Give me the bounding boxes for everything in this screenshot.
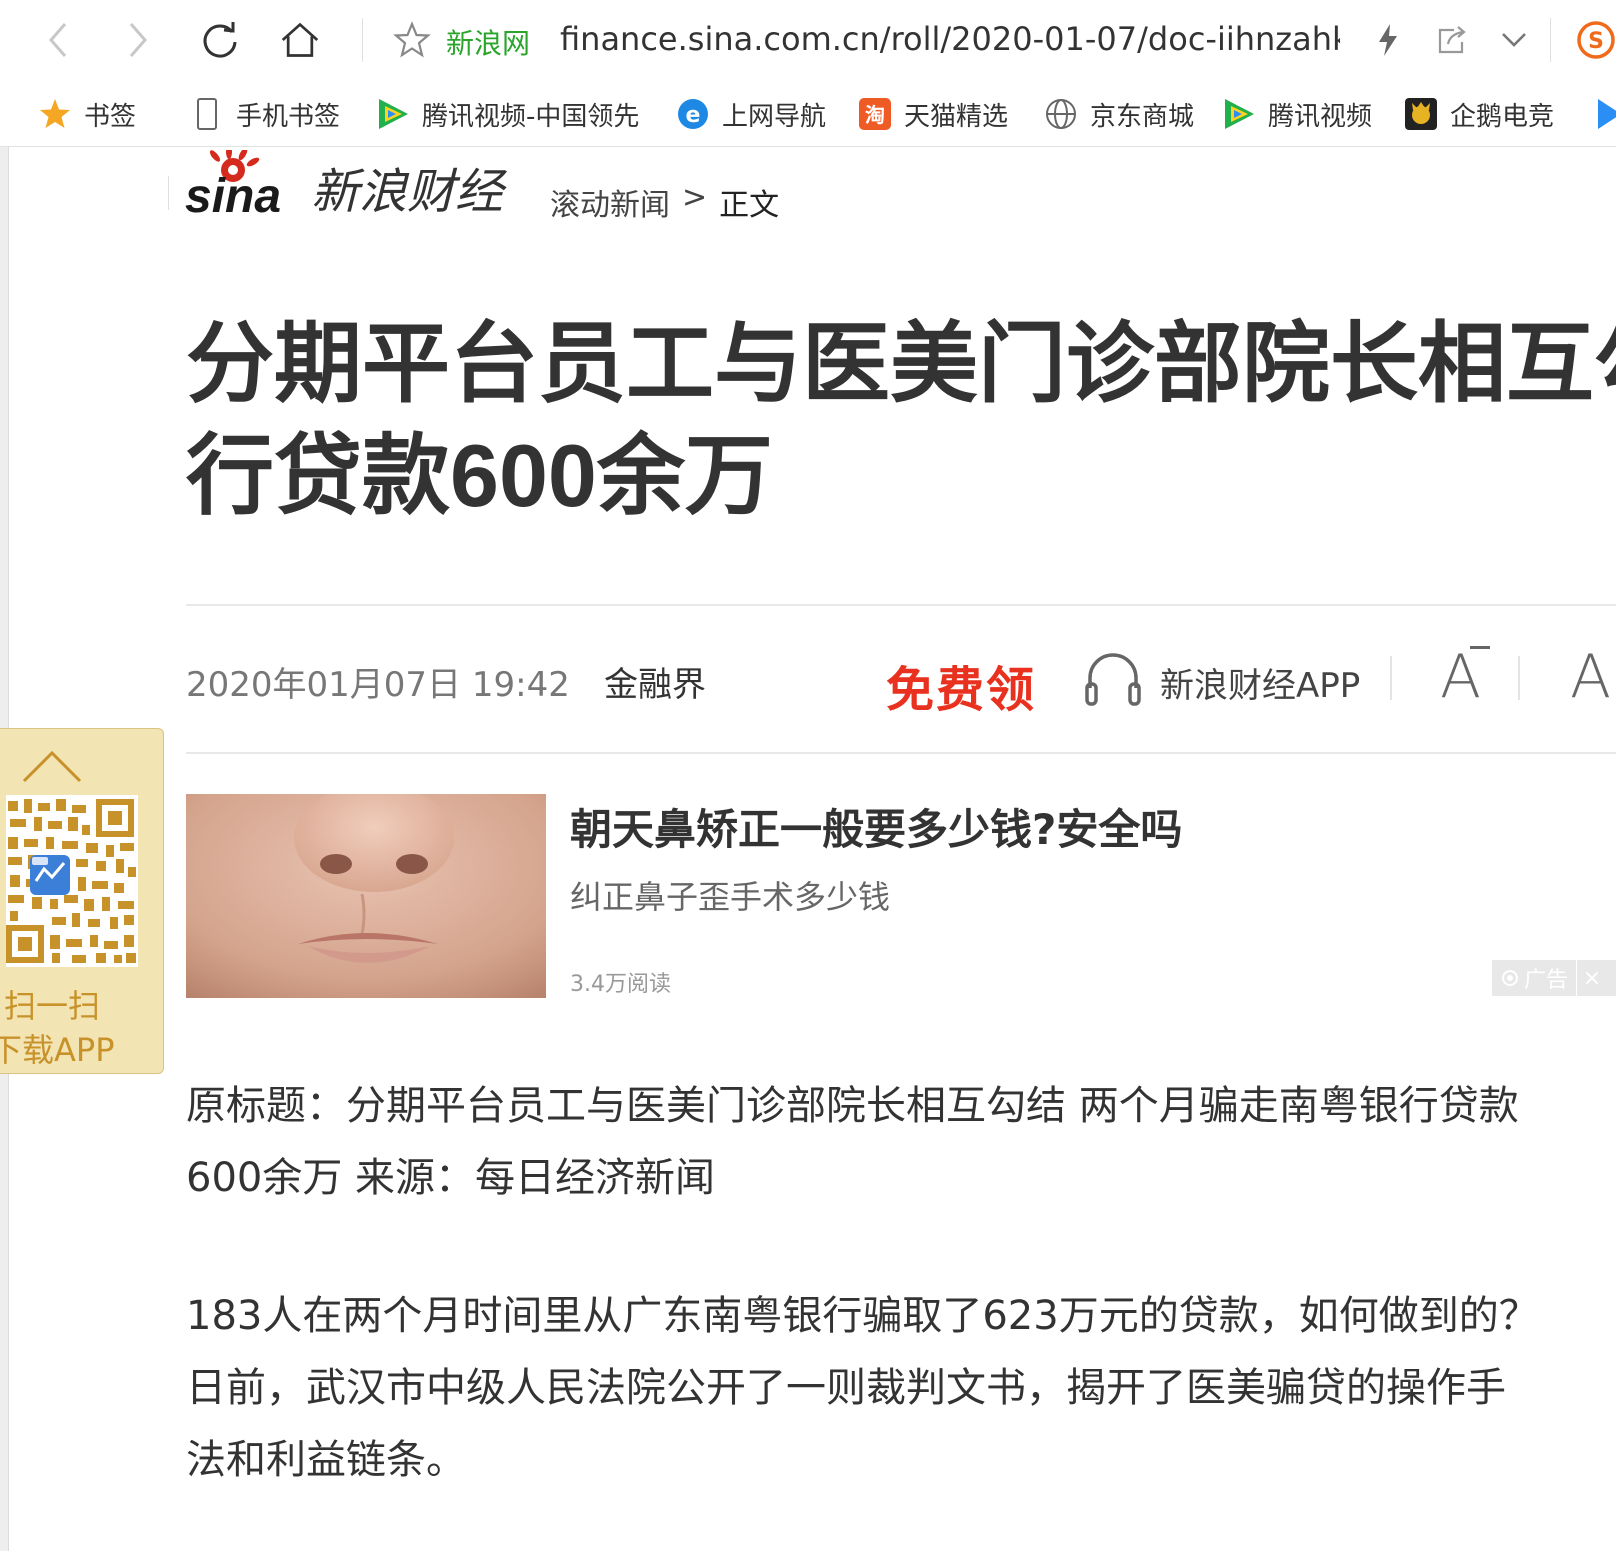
svg-text:淘: 淘 [865, 103, 885, 127]
breadcrumb-section[interactable]: 滚动新闻 [550, 180, 670, 224]
bookmark-item[interactable]: e 上网导航 [676, 94, 826, 134]
bookmark-label: 天猫精选 [904, 101, 1009, 132]
font-size-increase-button[interactable]: A [1570, 642, 1611, 712]
qr-code-image [6, 795, 138, 967]
ad-badge-text: 广告 [1524, 968, 1569, 993]
paragraph-line: 原标题：分期平台员工与医美门诊部院长相互勾结 两个月骗走南粤银行贷款 [186, 1083, 1519, 1129]
app-download-link[interactable]: 新浪财经APP [1160, 658, 1360, 707]
url-site-name[interactable]: 新浪网 [446, 22, 530, 62]
bookmark-star-icon[interactable] [392, 20, 432, 60]
bookmark-item[interactable]: 京东商城 [1044, 94, 1194, 134]
bookmark-item[interactable]: 腾讯视频 [1222, 94, 1372, 134]
qr-download-label: 下载APP [0, 1031, 115, 1069]
bookmark-label: 腾讯视频 [1268, 101, 1373, 132]
bookmark-divider [168, 176, 169, 210]
bookmark-label: 企鹅电竞 [1450, 101, 1555, 132]
forward-icon[interactable] [118, 20, 158, 60]
esports-icon [1404, 97, 1438, 131]
font-size-decrease-button[interactable]: A [1440, 642, 1490, 712]
ad-title[interactable]: 朝天鼻矫正一般要多少钱?安全吗 [570, 796, 1182, 857]
svg-text:e: e [686, 103, 701, 128]
bookmark-label: 书签 [84, 101, 137, 132]
toolbar-divider [1550, 18, 1551, 62]
tencent-video-icon [1592, 97, 1616, 131]
ad-read-count: 3.4万阅读 [570, 972, 671, 997]
bookmarks-bar: 书签 手机书签 腾讯视频-中国领先 e 上网导航 淘 天猫精选 京东商城 腾讯视… [0, 80, 1616, 210]
sogou-icon[interactable]: S [1576, 20, 1616, 60]
svg-text:新浪财经: 新浪财经 [311, 164, 508, 220]
font-a-label: A [1440, 642, 1482, 712]
home-icon[interactable] [280, 20, 320, 60]
bookmark-label: 上网导航 [722, 101, 827, 132]
ie-icon: e [676, 97, 710, 131]
sina-finance-logo[interactable]: sina 新浪财经 [185, 145, 515, 232]
svg-text:sina: sina [185, 170, 281, 223]
close-icon[interactable]: × [1576, 960, 1607, 996]
divider [186, 752, 1616, 754]
ad-thumbnail-image[interactable] [186, 794, 546, 998]
article-paragraph: 原标题：分期平台员工与医美门诊部院长相互勾结 两个月骗走南粤银行贷款 600余万… [186, 1070, 1616, 1214]
chevron-up-icon[interactable] [22, 749, 82, 783]
back-icon[interactable] [38, 20, 78, 60]
ad-label: 广告 [1492, 962, 1576, 994]
bookmark-label: 手机书签 [236, 101, 341, 132]
article-title-line: 行贷款600余万 [186, 426, 773, 525]
tmall-icon: 淘 [858, 97, 892, 131]
tencent-video-icon [376, 97, 410, 131]
article-title-line: 分期平台员工与医美门诊部院长相互勾 [186, 314, 1616, 413]
chevron-down-icon[interactable] [1494, 20, 1534, 60]
address-bar-url[interactable]: finance.sina.com.cn/roll/2020-01-07/doc-… [560, 20, 1340, 58]
ad-badge: 广告 × [1492, 960, 1616, 996]
star-icon [38, 97, 72, 131]
qr-download-panel[interactable]: 扫一扫 下载APP [0, 728, 164, 1074]
tencent-video-icon [1222, 97, 1256, 131]
paragraph-line: 日前，武汉市中级人民法院公开了一则裁判文书，揭开了医美骗贷的操作手 [186, 1365, 1506, 1411]
article-paragraph: 183人在两个月时间里从广东南粤银行骗取了623万元的贷款，如何做到的？ 日前，… [186, 1280, 1616, 1496]
ad-subtitle[interactable]: 纠正鼻子歪手术多少钱 [570, 872, 890, 918]
paragraph-line: 600余万 来源：每日经济新闻 [186, 1155, 716, 1201]
breadcrumb-current: 正文 [719, 188, 780, 223]
bookmark-label: 腾讯视频-中国领先 [422, 101, 640, 132]
divider [186, 604, 1616, 606]
bookmark-item[interactable]: 企鹅电竞 [1404, 94, 1554, 134]
sina-app-icon [30, 855, 70, 895]
article-title: 分期平台员工与医美门诊部院长相互勾 行贷款600余万 [186, 308, 1616, 532]
headset-icon[interactable] [1082, 648, 1144, 710]
toolbar-divider [362, 18, 363, 62]
bookmark-item[interactable]: 淘 天猫精选 [858, 94, 1008, 134]
bookmark-label: 京东商城 [1090, 101, 1195, 132]
bookmark-item[interactable]: 书签 [38, 94, 136, 134]
paragraph-line: 183人在两个月时间里从广东南粤银行骗取了623万元的贷款，如何做到的？ [186, 1293, 1539, 1339]
breadcrumb: 滚动新闻 > 正文 [550, 180, 779, 224]
minus-icon [1470, 646, 1490, 649]
paragraph-line: 法和利益链条。 [186, 1437, 466, 1483]
ad-eye-icon [1502, 970, 1518, 986]
browser-toolbar: 新浪网 finance.sina.com.cn/roll/2020-01-07/… [0, 0, 1616, 81]
publish-date: 2020年01月07日 19:42 [186, 665, 570, 705]
reload-icon[interactable] [200, 20, 240, 60]
font-a-label: A [1570, 642, 1612, 712]
share-icon[interactable] [1432, 20, 1472, 60]
globe-icon [1044, 97, 1078, 131]
article-source[interactable]: 金融界 [604, 657, 706, 706]
bookmark-overflow[interactable] [1592, 94, 1616, 134]
bookmark-item[interactable]: 腾讯视频-中国领先 [376, 94, 646, 134]
bookmark-item[interactable]: 手机书签 [190, 94, 340, 134]
breadcrumb-separator: > [682, 180, 708, 215]
lightning-icon[interactable] [1368, 20, 1408, 60]
qr-scan-label: 扫一扫 [4, 987, 101, 1025]
free-promo-button[interactable]: 免费领 [886, 650, 1036, 720]
phone-icon [190, 97, 224, 131]
meta-divider [1518, 656, 1520, 700]
svg-text:S: S [1588, 29, 1604, 54]
meta-divider [1390, 656, 1392, 700]
